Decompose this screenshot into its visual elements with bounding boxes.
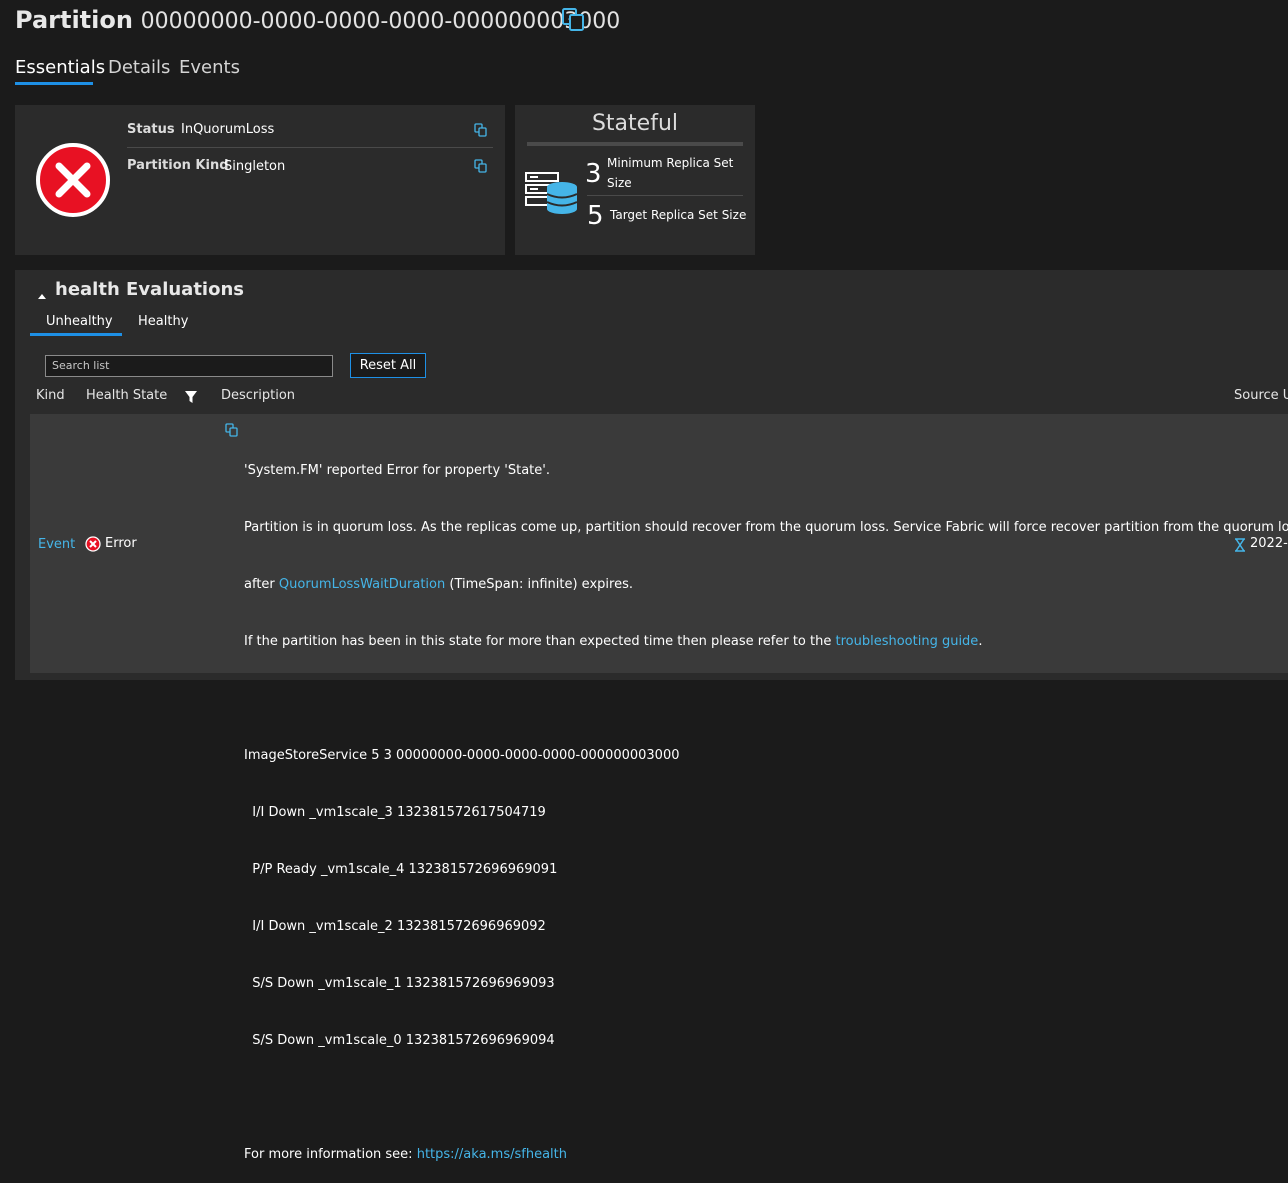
divider: [587, 195, 743, 196]
desc-text: (TimeSpan: infinite) expires.: [445, 577, 633, 592]
replica-set-icon: [524, 171, 580, 221]
desc-line: 'System.FM' reported Error for property …: [244, 463, 550, 478]
replica-line: S/S Down _vm1scale_1 132381572696969093: [244, 976, 555, 991]
replica-line: S/S Down _vm1scale_0 132381572696969094: [244, 1033, 555, 1048]
partition-id: 00000000-0000-0000-0000-000000003000: [140, 9, 621, 34]
tab-essentials[interactable]: Essentials: [15, 57, 105, 78]
target-replica-label: Target Replica Set Size: [610, 208, 747, 222]
desc-text: after: [244, 577, 279, 592]
reset-all-button[interactable]: Reset All: [350, 353, 426, 378]
partition-kind-value: Singleton: [224, 159, 286, 174]
copy-description-icon[interactable]: [225, 422, 239, 441]
column-header-kind[interactable]: Kind: [36, 388, 65, 403]
status-value: InQuorumLoss: [181, 122, 275, 137]
health-state-value: Error: [105, 536, 137, 551]
subtab-unhealthy[interactable]: Unhealthy: [46, 314, 113, 329]
desc-blank: [244, 689, 1288, 708]
replica-line: P/P Ready _vm1scale_4 132381572696969091: [244, 862, 558, 877]
desc-text: If the partition has been in this state …: [244, 634, 836, 649]
active-subtab-indicator: [30, 333, 122, 336]
page-title: Partition 00000000-0000-0000-0000-000000…: [15, 6, 620, 34]
divider: [127, 147, 493, 148]
column-header-description[interactable]: Description: [221, 388, 295, 403]
min-replica-label-1: Minimum Replica Set: [607, 156, 734, 170]
collapse-toggle-icon[interactable]: [37, 285, 47, 304]
description-text: 'System.FM' reported Error for property …: [244, 423, 1288, 1183]
quorum-loss-wait-duration-link[interactable]: QuorumLossWaitDuration: [279, 577, 445, 592]
replica-line: I/I Down _vm1scale_3 132381572617504719: [244, 805, 546, 820]
hourglass-icon: [1234, 537, 1246, 556]
health-evaluations-title[interactable]: health Evaluations: [55, 279, 244, 300]
desc-line: Partition is in quorum loss. As the repl…: [244, 520, 1288, 535]
min-replica-value: 3: [585, 159, 602, 189]
active-tab-indicator: [15, 82, 93, 85]
filter-icon[interactable]: [184, 389, 198, 408]
status-label: Status: [127, 122, 175, 137]
target-replica-value: 5: [587, 201, 604, 231]
subtab-healthy[interactable]: Healthy: [138, 314, 188, 329]
error-icon: [85, 536, 101, 556]
desc-text: For more information see:: [244, 1147, 417, 1162]
sfhealth-link[interactable]: https://aka.ms/sfhealth: [417, 1147, 567, 1162]
column-header-source[interactable]: Source U: [1234, 388, 1288, 403]
error-status-icon: [35, 142, 111, 222]
desc-service-line: ImageStoreService 5 3 00000000-0000-0000…: [244, 748, 680, 763]
copy-status-icon[interactable]: [474, 122, 488, 137]
desc-text: .: [978, 634, 983, 649]
stateful-title: Stateful: [591, 111, 679, 136]
column-header-health-state[interactable]: Health State: [86, 388, 167, 403]
stateful-card: Stateful 3 Minimum Replica Set Size 5 Ta…: [515, 105, 755, 255]
essentials-card: Status InQuorumLoss Partition Kind Singl…: [15, 105, 505, 255]
partition-kind-label: Partition Kind: [127, 158, 229, 173]
tab-events[interactable]: Events: [179, 57, 240, 78]
kind-event-link[interactable]: Event: [38, 537, 75, 552]
desc-line: If the partition has been in this state …: [244, 632, 1288, 651]
tab-details[interactable]: Details: [108, 57, 170, 78]
desc-line: after QuorumLossWaitDuration (TimeSpan: …: [244, 575, 1288, 594]
copy-partition-kind-icon[interactable]: [474, 158, 488, 173]
title-divider: [527, 142, 743, 146]
search-input[interactable]: Search list: [45, 355, 333, 377]
desc-line: For more information see: https://aka.ms…: [244, 1145, 1288, 1164]
replica-line: I/I Down _vm1scale_2 132381572696969092: [244, 919, 546, 934]
min-replica-label-2: Size: [607, 176, 632, 190]
source-time-value: 2022-0: [1250, 536, 1288, 551]
troubleshooting-guide-link[interactable]: troubleshooting guide: [835, 634, 978, 649]
copy-icon[interactable]: [561, 7, 587, 33]
desc-blank: [244, 1088, 1288, 1107]
page-title-label: Partition: [15, 6, 133, 34]
